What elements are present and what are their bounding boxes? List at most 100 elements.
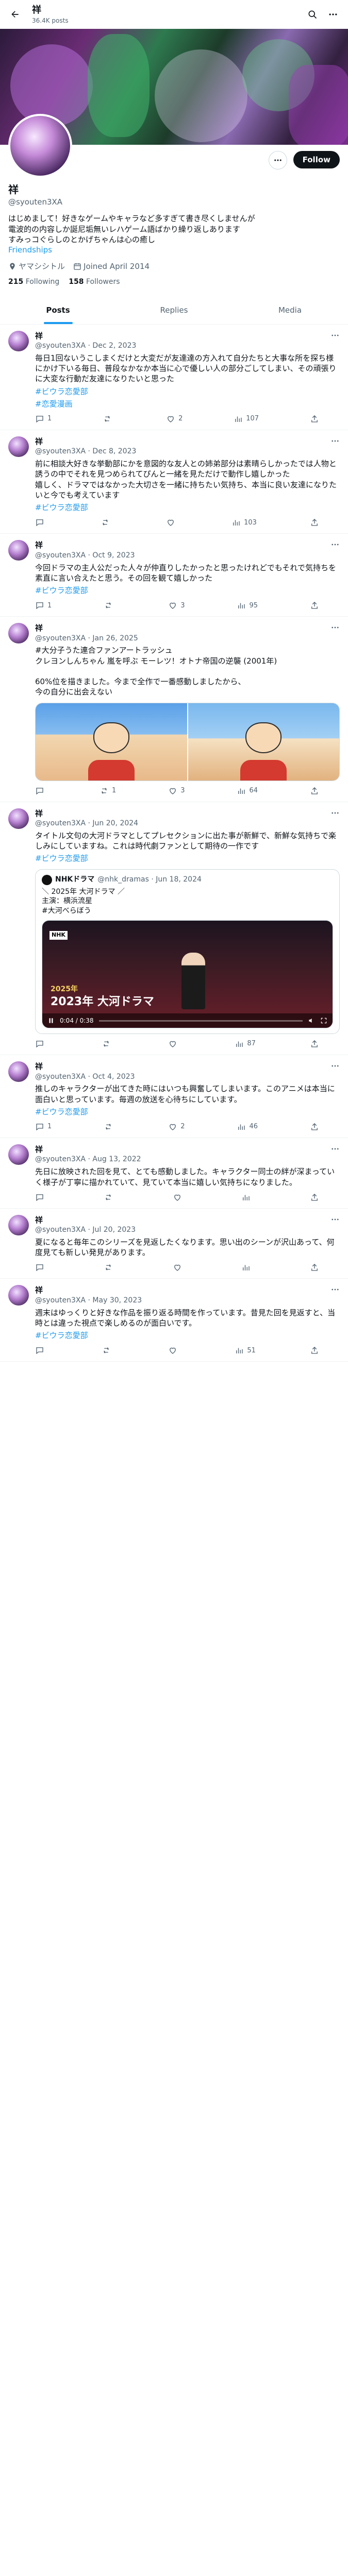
tweet-author[interactable]: 祥 xyxy=(35,623,138,633)
tweet-avatar[interactable] xyxy=(8,330,29,351)
like-button[interactable] xyxy=(168,1039,180,1048)
more-icon[interactable] xyxy=(330,540,340,549)
views-button[interactable]: 64 xyxy=(237,786,258,795)
tweet[interactable]: 祥 @syouten3XA · Dec 8, 2023 前に相談大好きな挙動部に… xyxy=(0,430,348,534)
like-button[interactable] xyxy=(166,518,178,527)
hashtag[interactable]: #ビウラ恋愛部 xyxy=(35,502,340,513)
tab-replies[interactable]: Replies xyxy=(116,297,232,324)
tweet-author[interactable]: 祥 xyxy=(35,808,138,819)
follow-button[interactable]: Follow xyxy=(293,151,340,168)
hashtag[interactable]: #ビウラ恋愛部 xyxy=(35,853,340,863)
reply-button[interactable] xyxy=(35,1263,47,1272)
tweet[interactable]: 祥 @syouten3XA · Dec 2, 2023 毎日1回ないうこしまくだ… xyxy=(0,325,348,431)
tweet[interactable]: 祥 @syouten3XA · Jul 20, 2023 夏になると毎年このシリ… xyxy=(0,1209,348,1279)
more-icon[interactable] xyxy=(330,1215,340,1224)
more-options-button[interactable] xyxy=(324,6,342,23)
tweet-avatar[interactable] xyxy=(8,540,29,561)
repost-button[interactable] xyxy=(101,518,113,527)
hashtag[interactable]: #ビウラ恋愛部 xyxy=(35,1330,340,1341)
share-button[interactable] xyxy=(310,1122,319,1131)
repost-button[interactable] xyxy=(104,1122,116,1131)
like-button[interactable]: 2 xyxy=(168,1122,185,1131)
views-button[interactable]: 46 xyxy=(237,1122,258,1131)
share-button[interactable] xyxy=(310,1039,319,1048)
tweet-avatar[interactable] xyxy=(8,808,29,829)
repost-button[interactable] xyxy=(102,1039,114,1048)
share-button[interactable] xyxy=(310,786,319,795)
more-icon[interactable] xyxy=(330,808,340,818)
tweet-avatar[interactable] xyxy=(8,1285,29,1306)
fullscreen-icon[interactable] xyxy=(320,1017,327,1024)
profile-avatar[interactable] xyxy=(8,114,72,178)
share-button[interactable] xyxy=(310,1193,319,1202)
repost-button[interactable] xyxy=(104,1263,116,1272)
more-icon[interactable] xyxy=(330,331,340,340)
followers-link[interactable]: 158 Followers xyxy=(69,277,120,287)
reply-button[interactable] xyxy=(35,518,47,527)
bio-link[interactable]: Friendships xyxy=(8,245,340,255)
repost-button[interactable]: 1 xyxy=(100,786,116,795)
tweet-avatar[interactable] xyxy=(8,1061,29,1082)
repost-button[interactable] xyxy=(104,1193,116,1202)
hashtag[interactable]: #ビウラ恋愛部 xyxy=(35,585,340,596)
tweet-author[interactable]: 祥 xyxy=(35,540,135,550)
tab-posts[interactable]: Posts xyxy=(0,297,116,324)
tweet[interactable]: 祥 @syouten3XA · Oct 9, 2023 今回ドラマの主人公だった… xyxy=(0,534,348,617)
media-image[interactable] xyxy=(36,703,187,781)
tweet-avatar[interactable] xyxy=(8,436,29,457)
volume-icon[interactable] xyxy=(308,1017,315,1024)
tweet-author[interactable]: 祥 xyxy=(35,331,136,341)
reply-button[interactable]: 1 xyxy=(35,414,52,423)
share-button[interactable] xyxy=(310,1263,319,1272)
pause-icon[interactable] xyxy=(47,1017,55,1024)
more-icon[interactable] xyxy=(330,623,340,632)
like-button[interactable]: 3 xyxy=(168,786,185,795)
back-button[interactable] xyxy=(6,6,24,23)
like-button[interactable]: 3 xyxy=(168,601,185,610)
hashtag[interactable]: #恋愛漫画 xyxy=(35,399,340,409)
tweet-avatar[interactable] xyxy=(8,1144,29,1165)
views-button[interactable]: 87 xyxy=(235,1039,256,1048)
like-button[interactable]: 2 xyxy=(166,414,183,423)
more-icon[interactable] xyxy=(330,1285,340,1294)
like-button[interactable] xyxy=(168,1346,180,1355)
views-button[interactable] xyxy=(241,1193,254,1202)
views-button[interactable]: 107 xyxy=(234,414,259,423)
like-button[interactable] xyxy=(173,1263,185,1272)
tweet-author[interactable]: 祥 xyxy=(35,436,136,447)
profile-more-button[interactable] xyxy=(269,151,287,170)
video-player[interactable]: NHK 2025年 2023年 大河ドラマ 0:04 / 0:38 xyxy=(42,920,333,1029)
tweet[interactable]: 祥 @syouten3XA · Jan 26, 2025 #大分子うた連合ファン… xyxy=(0,617,348,802)
views-button[interactable]: 95 xyxy=(237,601,258,610)
repost-button[interactable] xyxy=(102,1346,114,1355)
reply-button[interactable]: 1 xyxy=(35,1122,52,1131)
more-icon[interactable] xyxy=(330,1144,340,1154)
more-icon[interactable] xyxy=(330,436,340,446)
quoted-tweet[interactable]: NHKドラマ @nhk_dramas · Jun 18, 2024 ＼ 2025… xyxy=(35,869,340,1035)
tweet-avatar[interactable] xyxy=(8,1214,29,1235)
reply-button[interactable] xyxy=(35,1193,47,1202)
search-button[interactable] xyxy=(304,6,321,23)
more-icon[interactable] xyxy=(330,1061,340,1071)
views-button[interactable] xyxy=(241,1263,254,1272)
share-button[interactable] xyxy=(310,601,319,610)
media-image[interactable] xyxy=(188,703,339,781)
tweet[interactable]: 祥 @syouten3XA · Aug 13, 2022 先日に放映された回を見… xyxy=(0,1138,348,1209)
hashtag[interactable]: #ビウラ恋愛部 xyxy=(35,1107,340,1117)
tweet-avatar[interactable] xyxy=(8,623,29,644)
video-controls[interactable]: 0:04 / 0:38 xyxy=(42,1013,333,1028)
tweet[interactable]: 祥 @syouten3XA · Oct 4, 2023 推しのキャラクターが出て… xyxy=(0,1055,348,1139)
share-button[interactable] xyxy=(310,1346,319,1355)
tweet-author[interactable]: 祥 xyxy=(35,1144,141,1155)
hashtag[interactable]: #ビウラ恋愛部 xyxy=(35,386,340,397)
tweet-author[interactable]: 祥 xyxy=(35,1061,135,1072)
following-link[interactable]: 215 Following xyxy=(8,277,59,287)
tweet-author[interactable]: 祥 xyxy=(35,1215,136,1225)
repost-button[interactable] xyxy=(103,414,115,423)
tab-media[interactable]: Media xyxy=(232,297,348,324)
reply-button[interactable] xyxy=(35,786,47,795)
reply-button[interactable]: 1 xyxy=(35,601,52,610)
tweet-author[interactable]: 祥 xyxy=(35,1285,142,1295)
views-button[interactable]: 103 xyxy=(231,518,257,527)
tweet-media[interactable] xyxy=(35,702,340,781)
